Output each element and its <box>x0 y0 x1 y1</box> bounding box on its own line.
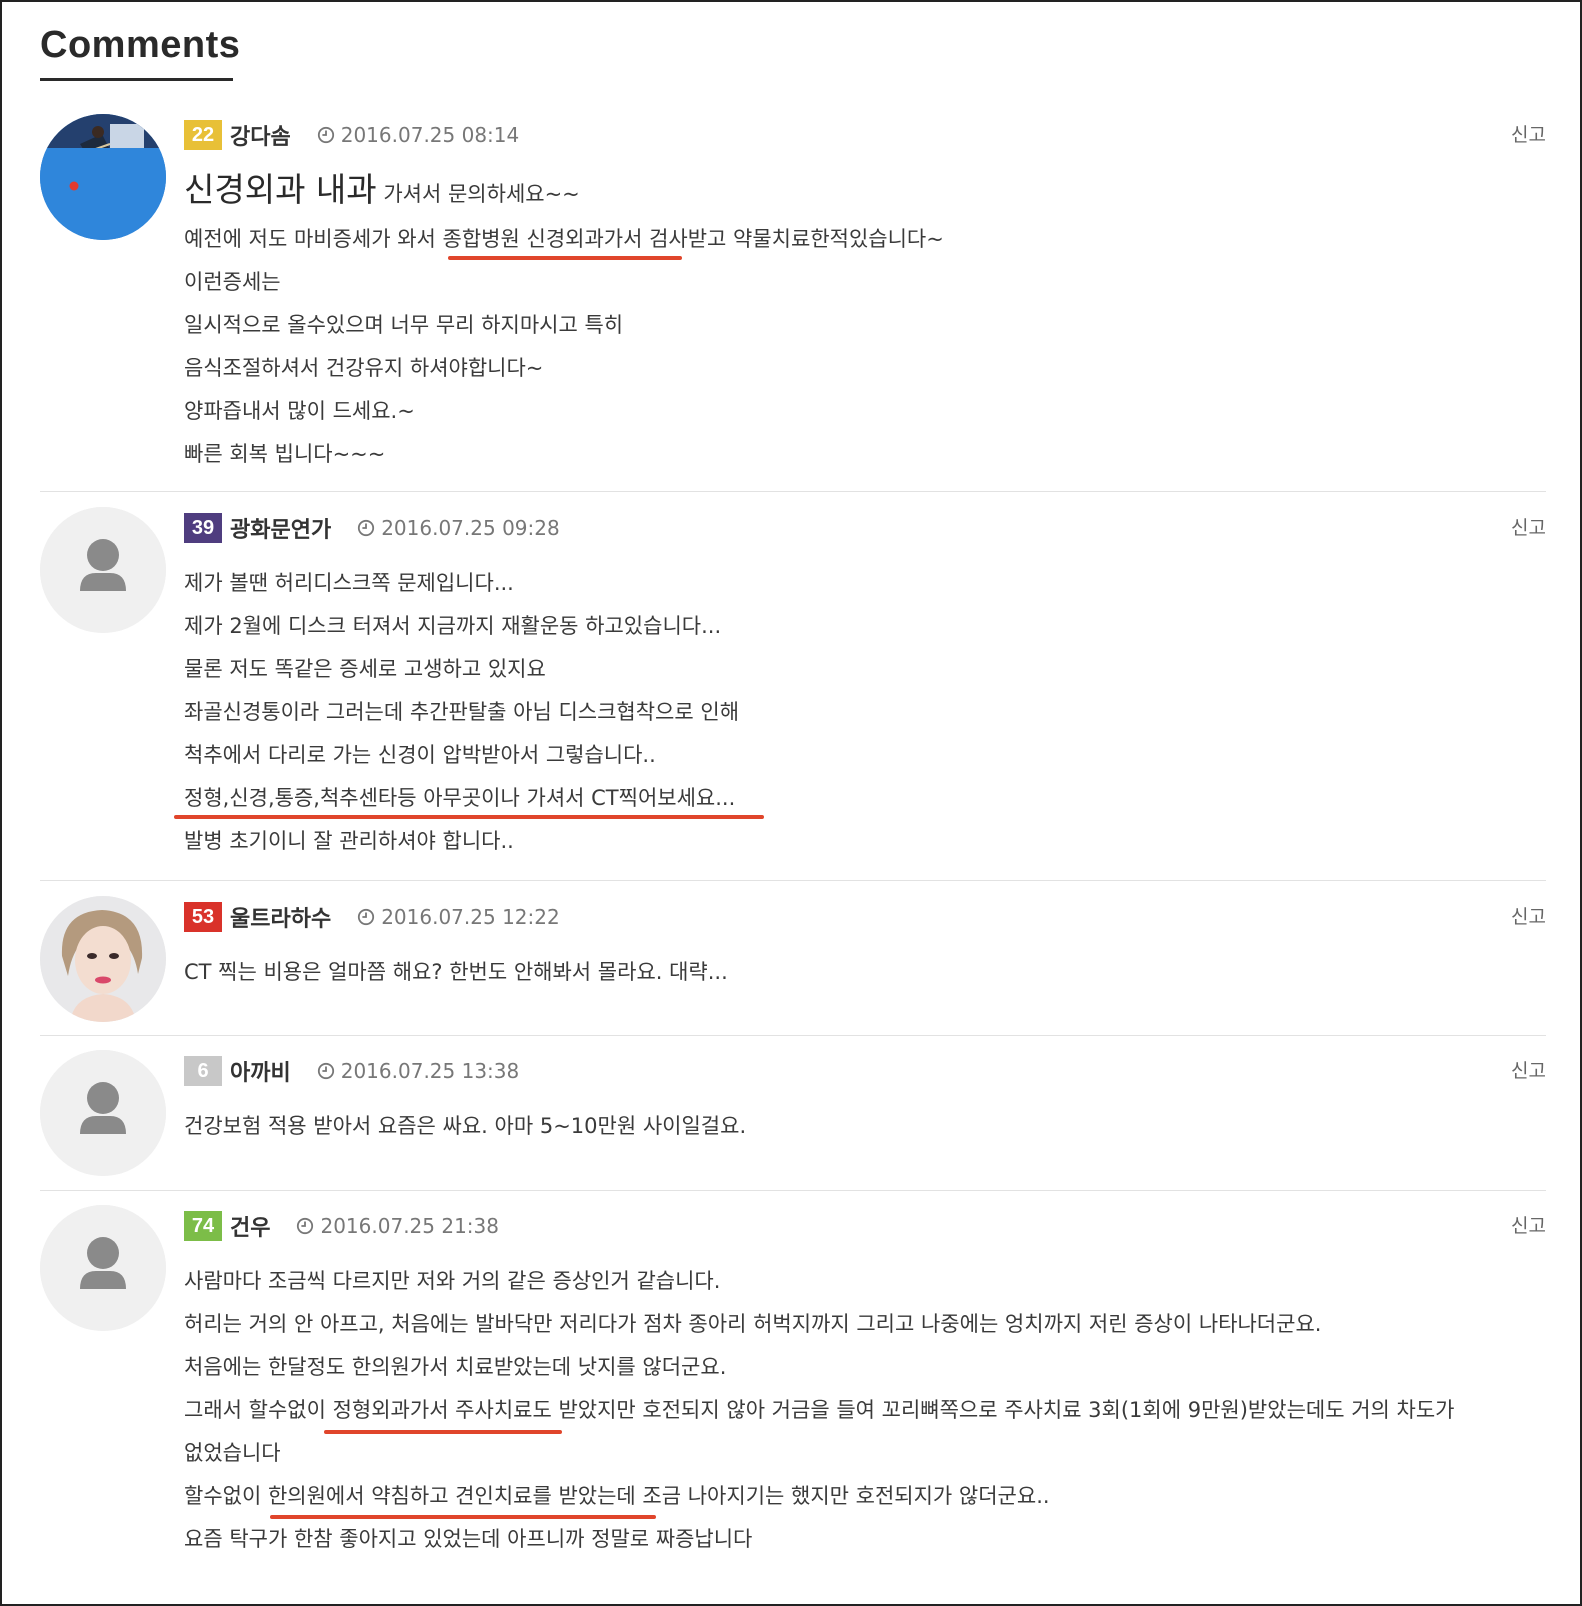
clock-icon <box>358 908 375 926</box>
level-badge: 22 <box>184 120 222 150</box>
time-text: 2016.07.25 13:38 <box>340 1059 520 1083</box>
comment-meta: 39 광화문연가 2016.07.25 09:28 <box>184 513 560 543</box>
comment-time: 2016.07.25 12:22 <box>357 905 560 929</box>
comment-line: 예전에 저도 마비증세가 와서 종합병원 신경외과가서 검사받고 약물치료한적있… <box>184 227 944 251</box>
comment-divider <box>40 491 1546 492</box>
clock-icon <box>358 519 375 537</box>
highlight-underline <box>448 256 682 260</box>
report-link[interactable]: 신고 <box>1511 902 1546 929</box>
comment-line: 그래서 할수없이 정형외과가서 주사치료도 받았지만 호전되지 않아 거금을 들… <box>184 1398 1455 1422</box>
author-name[interactable]: 건우 <box>230 1210 270 1242</box>
clock-icon <box>317 126 334 144</box>
user-silhouette-icon <box>40 1205 166 1331</box>
headline-large-text: 신경외과 내과 <box>184 170 377 209</box>
comment-line: 물론 저도 똑같은 증세로 고생하고 있지요 <box>184 657 546 681</box>
comment-headline: 신경외과 내과 가셔서 문의하세요~~ <box>184 162 944 218</box>
comment-item: 6 아까비 2016.07.25 13:38 신고 건강보험 적용 받아서 요즘… <box>40 1050 1546 1191</box>
author-name[interactable]: 울트라하수 <box>230 901 331 933</box>
comment-line: 할수없이 한의원에서 약침하고 견인치료를 받았는데 조금 나아지기는 했지만 … <box>184 1484 1050 1508</box>
author-name[interactable]: 광화문연가 <box>230 512 331 544</box>
highlight-underline <box>270 1515 656 1519</box>
time-text: 2016.07.25 09:28 <box>381 516 560 540</box>
author-name[interactable]: 아까비 <box>230 1055 291 1087</box>
level-badge: 53 <box>184 902 222 932</box>
comment-time: 2016.07.25 08:14 <box>317 123 520 147</box>
comment-line: 음식조절하셔서 건강유지 하셔야합니다~ <box>184 356 544 380</box>
comment-line: 발병 초기이니 잘 관리하셔야 합니다.. <box>184 829 514 853</box>
author-name[interactable]: 강다솜 <box>230 119 291 151</box>
clock-icon <box>317 1062 334 1080</box>
comment-line: 빠른 회복 빕니다~~~ <box>184 442 386 466</box>
comment-item: 22 강다솜 2016.07.25 08:14 신고 신경외과 내과 가셔서 문… <box>40 114 1546 492</box>
comment-time: 2016.07.25 13:38 <box>317 1059 520 1083</box>
comment-line: 이런증세는 <box>184 270 281 294</box>
report-link[interactable]: 신고 <box>1511 513 1546 540</box>
comment-meta: 22 강다솜 2016.07.25 08:14 <box>184 120 519 150</box>
comment-item: 74 건우 2016.07.25 21:38 신고 사람마다 조금씩 다르지만 … <box>40 1205 1546 1595</box>
comment-divider <box>40 1035 1546 1036</box>
report-link[interactable]: 신고 <box>1511 120 1546 147</box>
comment-line: 좌골신경통이라 그러는데 추간판탈출 아님 디스크협착으로 인해 <box>184 700 740 724</box>
avatar-billiards-photo <box>40 114 166 240</box>
comment-line: 양파즙내서 많이 드세요.~ <box>184 399 415 423</box>
comment-line: 없었습니다 <box>184 1441 281 1465</box>
comment-line: 허리는 거의 안 아프고, 처음에는 발바닥만 저리다가 점차 종아리 허벅지까… <box>184 1312 1322 1336</box>
comment-line: 건강보험 적용 받아서 요즘은 싸요. 아마 5~10만원 사이일걸요. <box>184 1114 747 1138</box>
comment-line: 일시적으로 올수있으며 너무 무리 하지마시고 특히 <box>184 313 624 337</box>
comment-line: 제가 볼땐 허리디스크쪽 문제입니다... <box>184 571 514 595</box>
comment-line: 제가 2월에 디스크 터져서 지금까지 재활운동 하고있습니다... <box>184 614 722 638</box>
avatar[interactable] <box>40 1050 166 1176</box>
comment-item: 39 광화문연가 2016.07.25 09:28 신고 제가 볼땐 허리디스크… <box>40 507 1546 881</box>
comment-line: CT 찍는 비용은 얼마쯤 해요? 한번도 안해봐서 몰라요. 대략... <box>184 960 728 984</box>
comment-line: 정형,신경,통증,척추센타등 아무곳이나 가셔서 CT찍어보세요... <box>184 786 736 810</box>
highlight-underline <box>174 815 764 819</box>
report-link[interactable]: 신고 <box>1511 1211 1546 1238</box>
clock-icon <box>297 1217 314 1235</box>
comment-meta: 74 건우 2016.07.25 21:38 <box>184 1211 499 1241</box>
avatar[interactable] <box>40 114 166 240</box>
comment-body: 건강보험 적용 받아서 요즘은 싸요. 아마 5~10만원 사이일걸요. <box>184 1105 746 1148</box>
comment-line: 척추에서 다리로 가는 신경이 압박받아서 그렇습니다.. <box>184 743 656 767</box>
comment-time: 2016.07.25 21:38 <box>296 1214 499 1238</box>
report-link[interactable]: 신고 <box>1511 1056 1546 1083</box>
time-text: 2016.07.25 21:38 <box>320 1214 499 1238</box>
comment-divider <box>40 880 1546 881</box>
page-title: Comments <box>40 24 241 66</box>
level-badge: 39 <box>184 513 222 543</box>
comment-divider <box>40 1190 1546 1191</box>
comment-item: 53 울트라하수 2016.07.25 12:22 신고 CT 찍는 비용은 얼… <box>40 896 1546 1036</box>
user-silhouette-icon <box>40 507 166 633</box>
title-underline <box>40 78 233 81</box>
comment-line: 사람마다 조금씩 다르지만 저와 거의 같은 증상인거 같습니다. <box>184 1269 721 1293</box>
level-badge: 6 <box>184 1056 222 1086</box>
time-text: 2016.07.25 12:22 <box>381 905 560 929</box>
comment-line: 요즘 탁구가 한참 좋아지고 있었는데 아프니까 정말로 짜증납니다 <box>184 1527 753 1551</box>
avatar[interactable] <box>40 507 166 633</box>
comment-time: 2016.07.25 09:28 <box>357 516 560 540</box>
comment-line: 처음에는 한달정도 한의원가서 치료받았는데 낫지를 않더군요. <box>184 1355 727 1379</box>
comment-meta: 53 울트라하수 2016.07.25 12:22 <box>184 902 560 932</box>
headline-small-text: 가셔서 문의하세요~~ <box>383 182 580 206</box>
comment-body: 신경외과 내과 가셔서 문의하세요~~ 예전에 저도 마비증세가 와서 종합병원… <box>184 162 944 476</box>
avatar[interactable] <box>40 896 166 1022</box>
comment-body: CT 찍는 비용은 얼마쯤 해요? 한번도 안해봐서 몰라요. 대략... <box>184 951 728 994</box>
avatar[interactable] <box>40 1205 166 1331</box>
time-text: 2016.07.25 08:14 <box>340 123 520 147</box>
user-silhouette-icon <box>40 1050 166 1176</box>
level-badge: 74 <box>184 1211 222 1241</box>
comment-meta: 6 아까비 2016.07.25 13:38 <box>184 1056 519 1086</box>
avatar-portrait-photo <box>40 896 166 1022</box>
highlight-underline <box>324 1430 562 1434</box>
